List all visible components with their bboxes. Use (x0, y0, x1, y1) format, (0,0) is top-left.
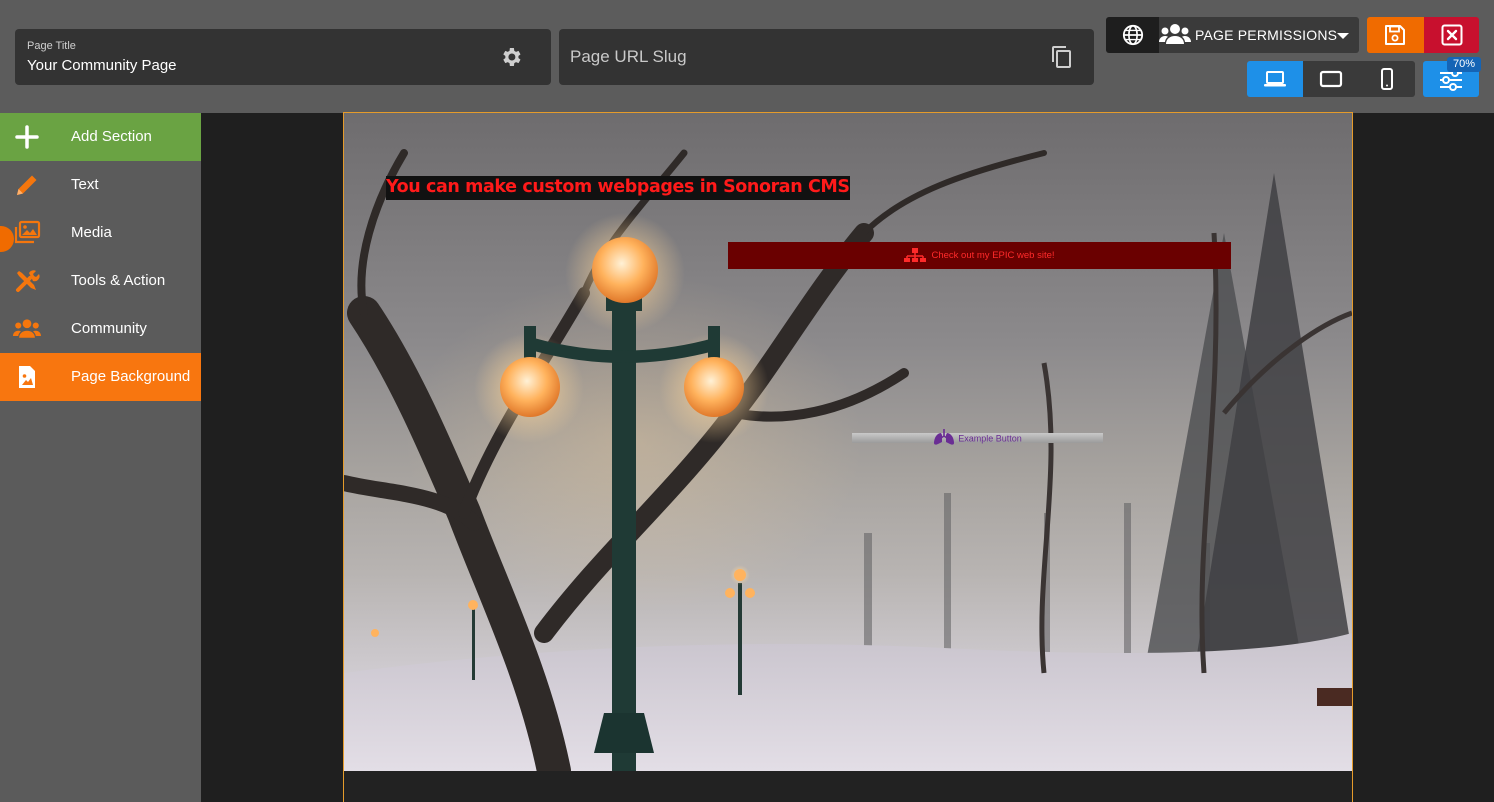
sidebar-item-label: Add Section (71, 128, 152, 145)
image-file-icon (19, 366, 35, 388)
images-icon (14, 220, 41, 244)
page-title-field[interactable]: Page Title Your Community Page (15, 29, 551, 85)
example-button-label: Example Button (958, 433, 1022, 444)
winter-park-scene (344, 149, 1352, 771)
page-url-slug-field[interactable]: Page URL Slug (559, 29, 1094, 85)
copy-icon[interactable] (1050, 45, 1074, 69)
desktop-view-button[interactable] (1247, 61, 1303, 97)
sidebar-item-page-background[interactable]: Page Background (0, 353, 201, 401)
pencil-icon (17, 175, 37, 195)
page-permissions-dropdown[interactable]: PAGE PERMISSIONS (1159, 17, 1359, 53)
sidebar-item-label: Page Background (71, 368, 191, 385)
example-button[interactable]: Example Button (852, 429, 1103, 445)
sidebar-item-community[interactable]: Community (0, 305, 201, 353)
page-permissions-label: PAGE PERMISSIONS (1195, 27, 1338, 43)
background-image: You can make custom webpages in Sonoran … (344, 113, 1352, 771)
top-toolbar: Page Title Your Community Page Page URL … (0, 0, 1494, 113)
save-icon (1385, 25, 1405, 45)
sidebar-item-add-section[interactable]: Add Section (0, 113, 201, 161)
lungs-icon (934, 429, 955, 445)
epic-button-label: Check out my EPIC web site! (931, 250, 1055, 261)
mobile-view-button[interactable] (1359, 61, 1415, 97)
tools-icon (16, 270, 40, 292)
globe-icon (1122, 24, 1144, 46)
close-icon (1441, 24, 1463, 46)
phone-icon (1381, 68, 1393, 90)
users-icon (1159, 24, 1191, 44)
page-title-label: Page Title (27, 40, 76, 52)
device-view-switcher (1247, 61, 1415, 97)
slug-placeholder[interactable]: Page URL Slug (570, 47, 687, 67)
sidebar-item-label: Community (71, 320, 147, 337)
headline-text[interactable]: You can make custom webpages in Sonoran … (386, 176, 850, 200)
close-button[interactable] (1424, 17, 1479, 53)
visibility-button[interactable] (1106, 17, 1159, 53)
tablet-view-button[interactable] (1303, 61, 1359, 97)
plus-icon (15, 125, 39, 149)
save-button[interactable] (1367, 17, 1424, 53)
sidebar-item-label: Tools & Action (71, 272, 166, 289)
users-icon (13, 319, 41, 338)
page-canvas[interactable]: You can make custom webpages in Sonoran … (343, 112, 1353, 802)
tablet-landscape-icon (1319, 70, 1343, 88)
sidebar: Add Section Text Media Tools & Action Co… (0, 113, 201, 802)
permissions-group: PAGE PERMISSIONS (1106, 17, 1359, 53)
sidebar-item-text[interactable]: Text (0, 161, 201, 209)
chevron-down-icon (1337, 33, 1349, 39)
sidebar-item-label: Media (71, 224, 112, 241)
sidebar-item-label: Text (71, 176, 99, 193)
gear-icon[interactable] (499, 45, 523, 69)
laptop-icon (1264, 71, 1286, 87)
zoom-badge: 70% (1447, 57, 1481, 72)
epic-website-button[interactable]: Check out my EPIC web site! (728, 242, 1231, 269)
sidebar-item-tools-action[interactable]: Tools & Action (0, 257, 201, 305)
page-title-input[interactable]: Your Community Page (27, 57, 177, 74)
sitemap-icon (904, 248, 927, 263)
sidebar-item-media[interactable]: Media (0, 209, 201, 257)
